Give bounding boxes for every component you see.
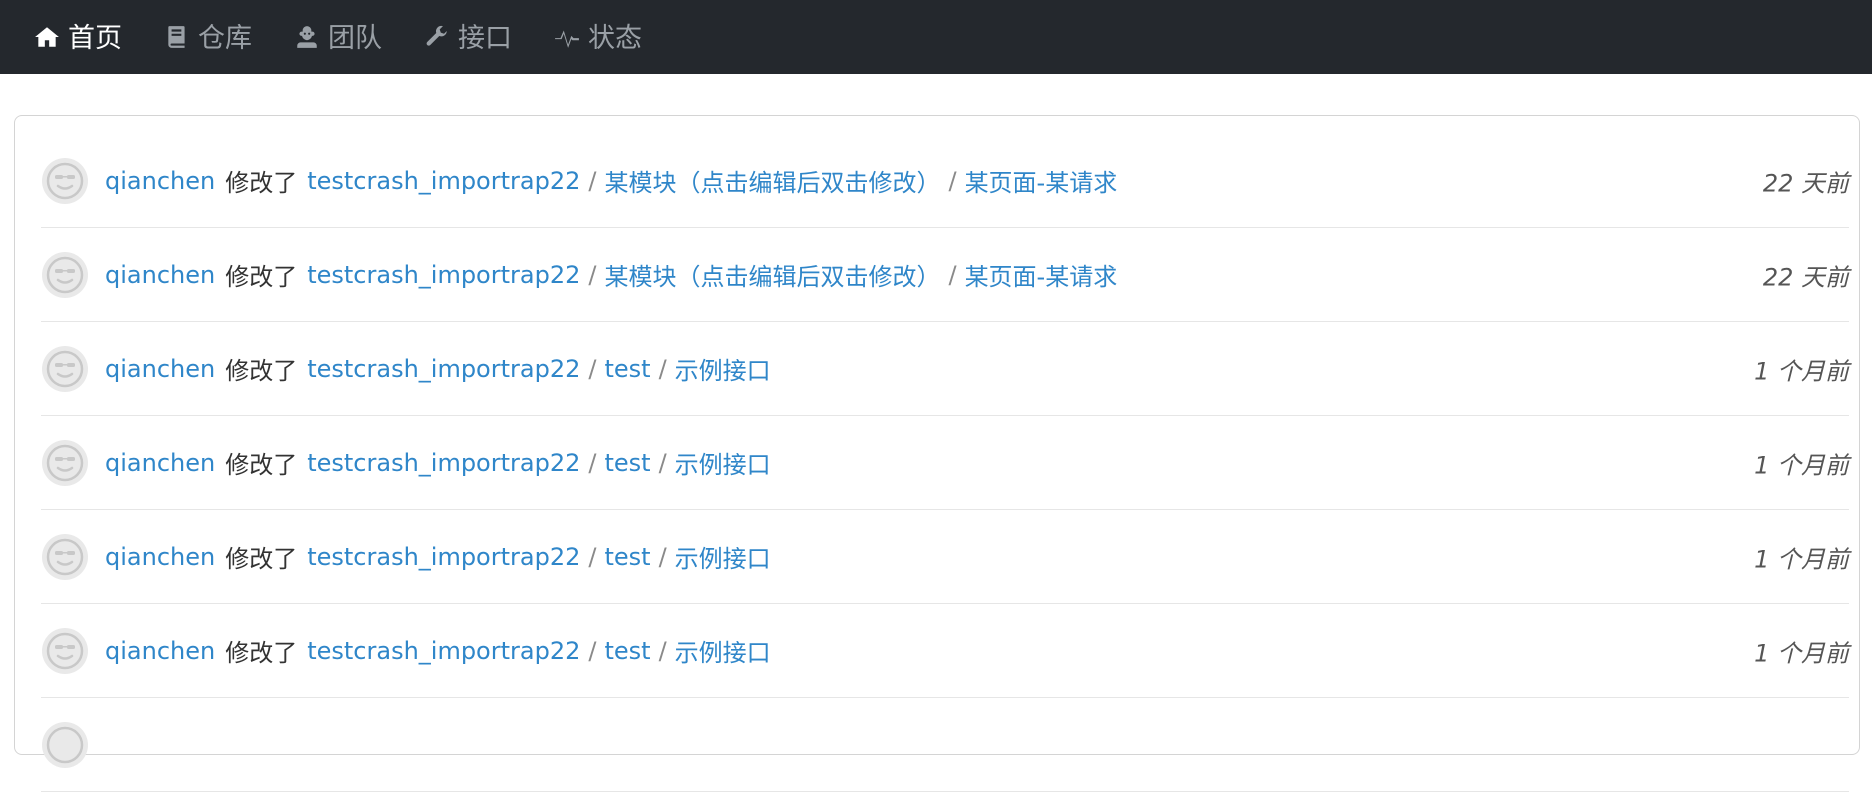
module-link[interactable]: test [604,543,650,571]
repository-link[interactable]: testcrash_importrap22 [307,261,580,289]
nav-item-label: 团队 [328,22,382,54]
list-item: qianchen 修改了 testcrash_importrap22 / tes… [41,510,1849,604]
page-link[interactable]: 示例接口 [675,633,771,668]
path-separator: / [948,260,957,289]
path-separator: / [658,448,667,477]
timestamp: 22 天前 [1762,263,1849,291]
path-separator: / [588,448,597,477]
page-link[interactable]: 某页面-某请求 [965,163,1118,198]
timestamp: 1 个月前 [1754,639,1849,667]
action-verb: 修改了 [225,263,298,291]
nav-item-label: 状态 [588,22,642,54]
nav-item-interface[interactable]: 接口 [424,0,512,74]
nav-item-label: 首页 [68,22,122,54]
list-item: qianchen 修改了 testcrash_importrap22 / 某模块… [41,228,1849,322]
activity-feed: qianchen 修改了 testcrash_importrap22 / 某模块… [41,134,1849,792]
repository-link[interactable]: testcrash_importrap22 [307,449,580,477]
book-icon [168,26,185,48]
list-item: qianchen 修改了 testcrash_importrap22 / tes… [41,322,1849,416]
page-link[interactable]: 某页面-某请求 [965,257,1118,292]
repository-link[interactable]: testcrash_importrap22 [307,637,580,665]
nav-item-team[interactable]: 团队 [294,0,382,74]
action-verb: 修改了 [225,357,298,385]
page-link[interactable]: 示例接口 [675,445,771,480]
activity-panel: qianchen 修改了 testcrash_importrap22 / 某模块… [14,115,1860,792]
activity-text: qianchen 修改了 testcrash_importrap22 / 某模块… [105,257,1117,292]
activity-text: qianchen 修改了 testcrash_importrap22 / 某模块… [105,163,1117,198]
nav-item-status[interactable]: 状态 [554,0,642,74]
action-verb: 修改了 [225,639,298,667]
path-separator: / [588,542,597,571]
nav-item-label: 仓库 [198,22,252,54]
user-link[interactable]: qianchen [105,449,215,477]
user-link[interactable]: qianchen [105,261,215,289]
path-separator: / [588,260,597,289]
list-item: qianchen 修改了 testcrash_importrap22 / tes… [41,604,1849,698]
action-verb: 修改了 [225,169,298,197]
timestamp: 1 个月前 [1754,357,1849,385]
nav-item-repository[interactable]: 仓库 [164,0,252,74]
action-verb: 修改了 [225,451,298,479]
repository-link[interactable]: testcrash_importrap22 [307,355,580,383]
activity-text: qianchen 修改了 testcrash_importrap22 / tes… [105,351,771,386]
user-link[interactable]: qianchen [105,355,215,383]
path-separator: / [948,166,957,195]
path-separator: / [658,354,667,383]
avatar[interactable] [41,533,89,581]
avatar[interactable] [41,251,89,299]
repository-link[interactable]: testcrash_importrap22 [307,543,580,571]
path-separator: / [588,354,597,383]
timestamp: 1 个月前 [1754,545,1849,573]
timestamp: 22 天前 [1762,169,1849,197]
module-link[interactable]: test [604,355,650,383]
wrench-icon [426,25,447,46]
team-icon [297,26,317,48]
top-navbar: 首页 仓库 团队 接口 状态 [0,0,1872,74]
module-link[interactable]: 某模块（点击编辑后双击修改） [604,163,940,198]
activity-text: qianchen 修改了 testcrash_importrap22 / tes… [105,539,771,574]
path-separator: / [588,166,597,195]
avatar[interactable] [41,721,89,769]
user-link[interactable]: qianchen [105,543,215,571]
page-link[interactable]: 示例接口 [675,539,771,574]
path-separator: / [658,542,667,571]
repository-link[interactable]: testcrash_importrap22 [307,167,580,195]
pulse-icon [555,30,579,48]
avatar[interactable] [41,439,89,487]
activity-text: qianchen 修改了 testcrash_importrap22 / tes… [105,445,771,480]
list-item: qianchen 修改了 testcrash_importrap22 / 某模块… [41,134,1849,228]
module-link[interactable]: test [604,449,650,477]
home-icon [35,27,59,47]
page-link[interactable]: 示例接口 [675,351,771,386]
nav-item-label: 接口 [458,22,512,54]
avatar[interactable] [41,345,89,393]
avatar[interactable] [41,157,89,205]
user-link[interactable]: qianchen [105,167,215,195]
path-separator: / [658,636,667,665]
module-link[interactable]: 某模块（点击编辑后双击修改） [604,257,940,292]
path-separator: / [588,636,597,665]
action-verb: 修改了 [225,545,298,573]
list-item [41,698,1849,792]
list-item: qianchen 修改了 testcrash_importrap22 / tes… [41,416,1849,510]
activity-text: qianchen 修改了 testcrash_importrap22 / tes… [105,633,771,668]
nav-item-home[interactable]: 首页 [34,0,122,74]
module-link[interactable]: test [604,637,650,665]
user-link[interactable]: qianchen [105,637,215,665]
avatar[interactable] [41,627,89,675]
timestamp: 1 个月前 [1754,451,1849,479]
